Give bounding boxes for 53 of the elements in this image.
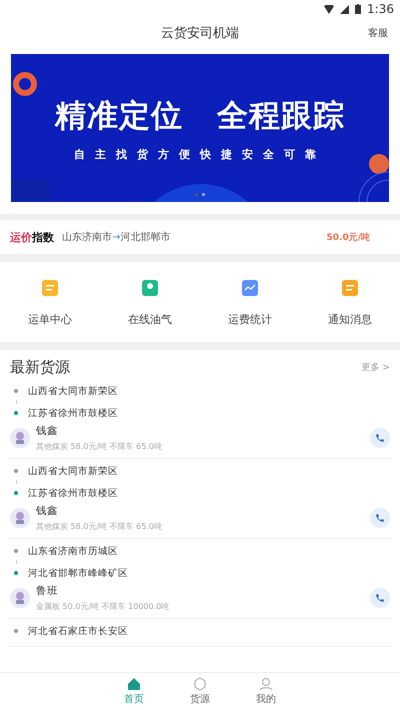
shortcut-button[interactable]: 在线油气: [100, 278, 200, 326]
cargo-detail: 其他煤炭 58.0元/吨 不限车 65.0吨: [36, 441, 163, 452]
phone-icon: [375, 513, 385, 523]
destination-dot-icon: [14, 411, 18, 415]
origin-address: 河北省石家庄市长安区: [28, 624, 128, 638]
call-button[interactable]: [370, 508, 390, 528]
shortcut-button[interactable]: 通知消息: [300, 278, 400, 326]
call-button[interactable]: [370, 588, 390, 608]
destination-dot-icon: [14, 571, 18, 575]
section-title: 最新货源: [10, 358, 70, 377]
price-index-label: 运价指数: [10, 230, 54, 244]
price-text: 50.0元/吨: [326, 231, 370, 244]
carousel-dot[interactable]: [202, 193, 205, 196]
cargo-detail: 其他煤炭 58.0元/吨 不限车 65.0吨: [36, 521, 163, 532]
origin-address: 山东省济南市历城区: [28, 544, 118, 558]
destination-address: 江苏省徐州市鼓楼区: [28, 406, 118, 420]
nav-tab[interactable]: 我的: [256, 677, 276, 706]
cube-icon: [193, 677, 207, 691]
wifi-icon: [324, 4, 334, 14]
avatar-icon: [10, 428, 30, 448]
destination-address: 江苏省徐州市鼓楼区: [28, 486, 118, 500]
origin-dot-icon: [14, 389, 18, 393]
customer-service-link[interactable]: 客服: [368, 26, 388, 40]
banner-headline: 全程跟踪: [217, 96, 345, 136]
app-title: 云货安司机端: [161, 25, 239, 42]
origin-address: 山西省大同市新荣区: [28, 464, 118, 478]
origin-dot-icon: [14, 549, 18, 553]
battery-icon: [355, 4, 362, 14]
banner-headline: 精准定位: [55, 96, 183, 136]
origin-dot-icon: [14, 469, 18, 473]
home-icon: [127, 677, 141, 691]
nav-tab[interactable]: 货源: [190, 677, 210, 706]
origin-address: 山西省大同市新荣区: [28, 384, 118, 398]
phone-icon: [375, 433, 385, 443]
destination-address: 河北省邯郸市峰峰矿区: [28, 566, 128, 580]
person-icon: [259, 677, 273, 691]
avatar-icon: [10, 588, 30, 608]
shortcut-button[interactable]: 运费统计: [200, 278, 300, 326]
cargo-detail: 金属板 50.0元/吨 不限车 10000.0吨: [36, 601, 170, 612]
shipper-name: 钱鑫: [36, 504, 59, 518]
signal-icon: [340, 4, 350, 14]
carousel-dot[interactable]: [195, 193, 198, 196]
avatar-icon: [10, 508, 30, 528]
shipper-name: 钱鑫: [36, 424, 59, 438]
destination-dot-icon: [14, 491, 18, 495]
shipper-name: 鲁班: [36, 584, 59, 598]
clock-time: 1:36: [367, 2, 394, 16]
call-button[interactable]: [370, 428, 390, 448]
route-text: 山东济南市→河北邯郸市: [62, 230, 172, 244]
phone-icon: [375, 593, 385, 603]
banner-tagline: 自主找货方便快捷安全可靠: [74, 146, 326, 162]
shortcut-button[interactable]: 运单中心: [0, 278, 100, 326]
origin-dot-icon: [14, 629, 18, 633]
